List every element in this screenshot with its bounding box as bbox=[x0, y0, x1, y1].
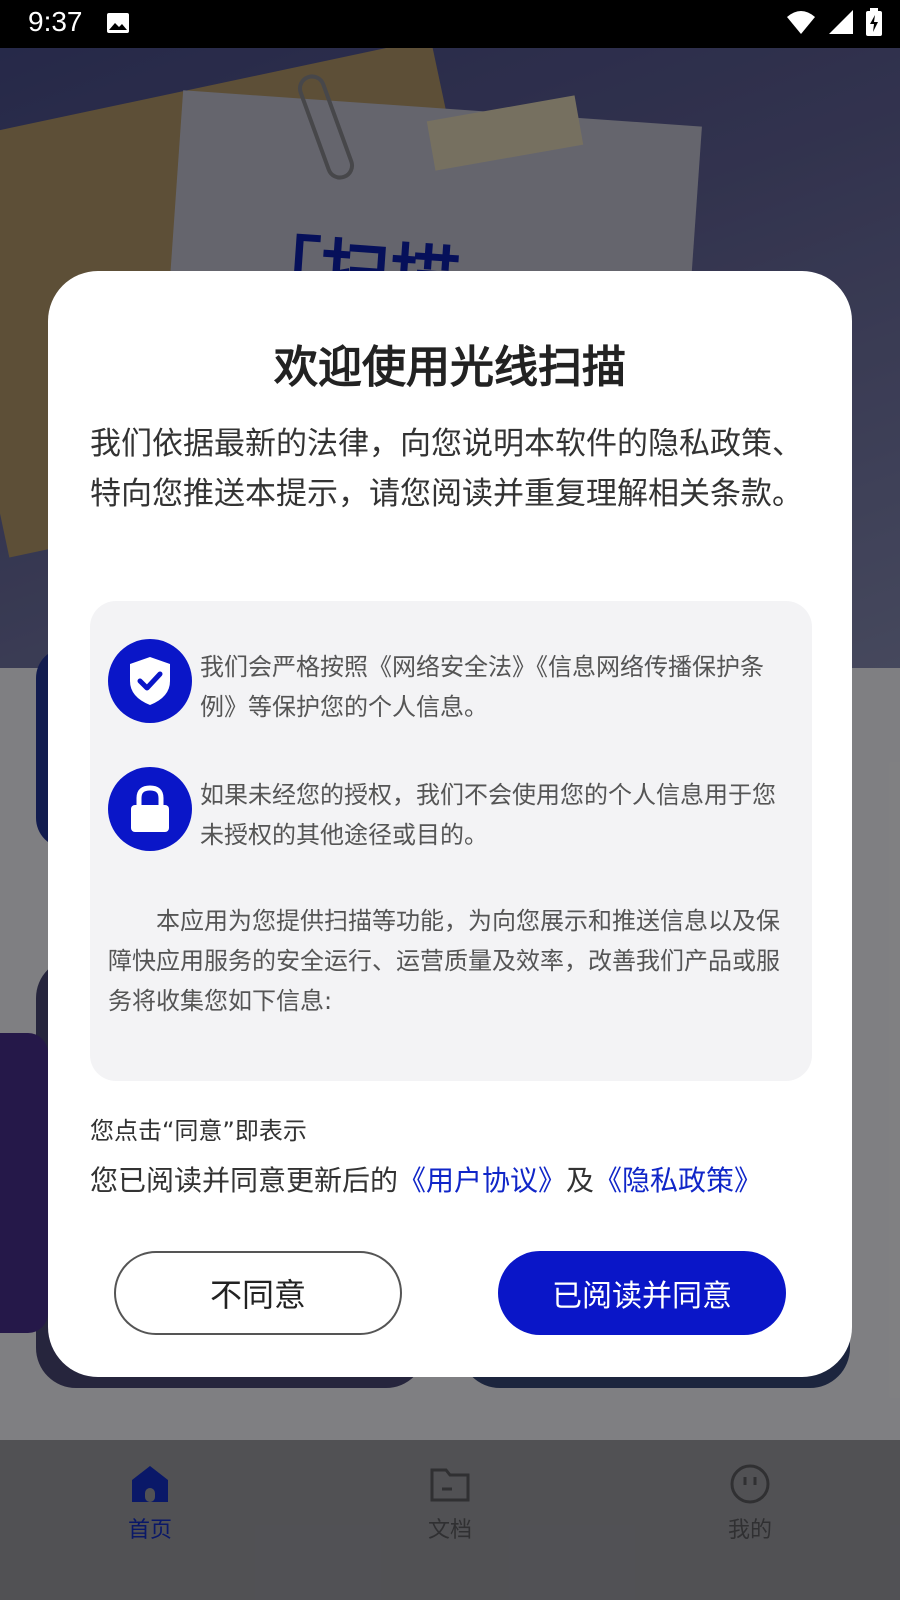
agree-line: 您已阅读并同意更新后的《用户协议》及《隐私政策》 bbox=[90, 1159, 762, 1199]
user-agreement-link[interactable]: 《用户协议》 bbox=[398, 1164, 566, 1197]
wifi-icon bbox=[787, 11, 815, 34]
agree-prefix: 您已阅读并同意更新后的 bbox=[90, 1164, 399, 1197]
decline-button[interactable]: 不同意 bbox=[114, 1251, 402, 1335]
image-icon bbox=[107, 13, 129, 33]
info-item-security-text: 我们会严格按照《网络安全法》《信息网络传播保护条例》等保护您的个人信息。 bbox=[200, 653, 764, 721]
dialog-intro: 我们依据最新的法律，向您说明本软件的隐私政策、特向您推送本提示，请您阅读并重复理… bbox=[90, 426, 803, 512]
status-bar: 9:37 bbox=[0, 0, 900, 48]
dialog-title: 欢迎使用光线扫描 bbox=[274, 342, 626, 393]
shield-icon bbox=[108, 639, 192, 723]
info-item-authorization-text: 如果未经您的授权，我们不会使用您的个人信息用于您未授权的其他途径或目的。 bbox=[200, 781, 776, 849]
privacy-dialog: 欢迎使用光线扫描 我们依据最新的法律，向您说明本软件的隐私政策、特向您推送本提示… bbox=[48, 271, 852, 1377]
agree-note: 您点击“同意”即表示 bbox=[90, 1117, 307, 1145]
battery-icon bbox=[866, 8, 882, 36]
accept-button[interactable]: 已阅读并同意 bbox=[498, 1251, 786, 1335]
info-box: 我们会严格按照《网络安全法》《信息网络传播保护条例》等保护您的个人信息。 如果未… bbox=[90, 601, 812, 1081]
and-text: 及 bbox=[566, 1164, 595, 1197]
signal-icon bbox=[829, 10, 853, 34]
status-time: 9:37 bbox=[28, 6, 83, 37]
info-paragraph: 本应用为您提供扫描等功能，为向您展示和推送信息以及保障快应用服务的安全运行、运营… bbox=[108, 907, 780, 1015]
lock-icon bbox=[108, 767, 192, 851]
privacy-policy-link[interactable]: 《隐私政策》 bbox=[594, 1164, 762, 1197]
